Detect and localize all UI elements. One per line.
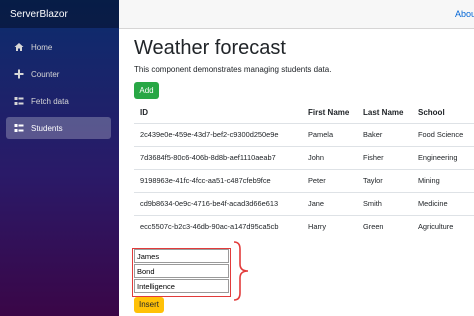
nav-menu: Home Counter Fetch data Students (0, 28, 119, 139)
cell-school: Food Science (412, 122, 474, 146)
sidebar: ServerBlazor Home Counter Fetch data Stu… (0, 0, 119, 316)
cell-first-name: Pamela (302, 122, 357, 146)
plus-icon (14, 69, 24, 79)
cell-school: Agriculture (412, 214, 474, 238)
sidebar-item-label: Students (31, 123, 63, 133)
cell-last-name: Fisher (357, 145, 412, 169)
table-row: 7d3684f5-80c6-406b-8d8b-aef1110aeab7 Joh… (134, 145, 474, 169)
page-title: Weather forecast (134, 37, 286, 59)
column-header-id: ID (134, 103, 302, 124)
cell-school: Medicine (412, 191, 474, 215)
brand-bar: ServerBlazor (0, 0, 119, 28)
cell-last-name: Smith (357, 191, 412, 215)
cell-id: 9198963e-41fc-4fcc-aa51-c487cfeb9fce (134, 168, 302, 192)
cell-first-name: Peter (302, 168, 357, 192)
cell-first-name: Harry (302, 214, 357, 238)
cell-id: cd9b8634-0e9c-4716-be4f-acad3d66e613 (134, 191, 302, 215)
cell-school: Mining (412, 168, 474, 192)
sidebar-item-students[interactable]: Students (6, 117, 111, 139)
home-icon (14, 42, 24, 52)
column-header-last-name: Last Name (357, 103, 412, 124)
insert-button[interactable]: Insert (134, 296, 164, 313)
sidebar-item-label: Counter (31, 69, 60, 79)
sidebar-item-label: Home (31, 42, 53, 52)
cell-id: ecc5507c-b2c3-46db-90ac-a147d95ca5cb (134, 214, 302, 238)
column-header-school: School (412, 103, 474, 124)
cell-first-name: Jane (302, 191, 357, 215)
table-row: cd9b8634-0e9c-4716-be4f-acad3d66e613 Jan… (134, 191, 474, 215)
sidebar-item-fetch-data[interactable]: Fetch data (6, 90, 111, 112)
annotation-highlight-box (132, 248, 231, 297)
sidebar-item-counter[interactable]: Counter (6, 63, 111, 85)
sidebar-item-home[interactable]: Home (6, 36, 111, 58)
column-header-first-name: First Name (302, 103, 357, 124)
table-row: 9198963e-41fc-4fcc-aa51-c487cfeb9fce Pet… (134, 168, 474, 192)
add-button[interactable]: Add (134, 82, 159, 99)
sidebar-item-label: Fetch data (31, 96, 69, 106)
annotation-curly-brace (233, 241, 249, 301)
cell-school: Engineering (412, 145, 474, 169)
students-table: ID First Name Last Name School 2c439e0e-… (134, 103, 474, 238)
top-bar: Abou (119, 0, 474, 29)
list-icon (14, 123, 24, 133)
table-header-row: ID First Name Last Name School (134, 103, 474, 124)
cell-last-name: Baker (357, 122, 412, 146)
about-link[interactable]: Abou (455, 9, 474, 19)
cell-first-name: John (302, 145, 357, 169)
main-content: Weather forecast This component demonstr… (134, 35, 474, 313)
cell-id: 7d3684f5-80c6-406b-8d8b-aef1110aeab7 (134, 145, 302, 169)
table-row: ecc5507c-b2c3-46db-90ac-a147d95ca5cb Har… (134, 214, 474, 238)
list-icon (14, 96, 24, 106)
page-description: This component demonstrates managing stu… (134, 65, 332, 74)
cell-last-name: Taylor (357, 168, 412, 192)
app-brand[interactable]: ServerBlazor (10, 9, 68, 20)
cell-id: 2c439e0e-459e-43d7-bef2-c9300d250e9e (134, 122, 302, 146)
cell-last-name: Green (357, 214, 412, 238)
table-row: 2c439e0e-459e-43d7-bef2-c9300d250e9e Pam… (134, 122, 474, 146)
